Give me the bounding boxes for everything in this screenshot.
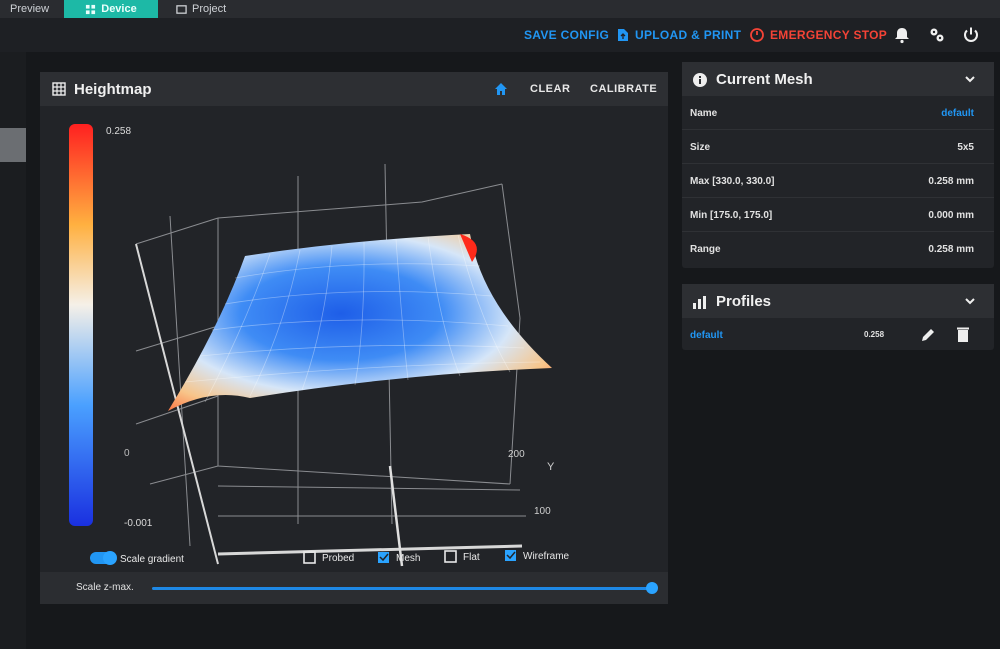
tab-preview-label: Preview <box>10 3 50 15</box>
chevron-down-icon[interactable] <box>964 73 976 85</box>
heightmap-plot[interactable]: 0.258 0 -0.001 200 Y 100 Scale gradient … <box>40 106 668 592</box>
upload-file-icon <box>618 29 628 41</box>
folder-icon <box>176 4 187 14</box>
calibrate-button[interactable]: CALIBRATE <box>590 83 657 95</box>
upload-print-label: UPLOAD & PRINT <box>635 28 742 42</box>
axis-y-label: Y <box>547 461 555 473</box>
tab-project-label: Project <box>192 3 227 15</box>
settings-icon[interactable] <box>928 26 946 44</box>
checkbox-wireframe[interactable]: Wireframe <box>505 550 570 562</box>
profiles-title: Profiles <box>716 293 772 310</box>
emergency-stop-button[interactable]: EMERGENCY STOP <box>750 28 887 42</box>
tab-device[interactable]: Device <box>64 0 158 18</box>
clear-button[interactable]: CLEAR <box>530 83 570 95</box>
scale-gradient-label: Scale gradient <box>120 554 184 565</box>
heightmap-card: Heightmap CLEAR CALIBRATE 0.258 0 -0.001… <box>40 72 668 604</box>
scale-zmax-thumb[interactable] <box>646 582 658 594</box>
checkbox-flat[interactable]: Flat <box>444 550 480 563</box>
profile-name-link[interactable]: default <box>690 330 723 341</box>
top-tab-bar: Preview Device Project <box>0 0 1000 18</box>
checkbox-probed-label: Probed <box>322 553 354 564</box>
mesh-row-max: Max [330.0, 330.0] 0.258 mm <box>682 164 994 198</box>
bell-icon[interactable] <box>893 26 911 44</box>
mesh-row-value: 0.258 mm <box>928 176 974 187</box>
checkbox-wireframe-label: Wireframe <box>523 551 570 562</box>
heightmap-header: Heightmap CLEAR CALIBRATE <box>40 72 668 106</box>
device-icon <box>86 4 96 14</box>
chevron-down-icon[interactable] <box>964 295 976 307</box>
scale-zero-label: 0 <box>124 448 130 459</box>
current-mesh-title: Current Mesh <box>716 71 813 88</box>
save-config-label: SAVE CONFIG <box>524 28 610 42</box>
side-nav <box>0 52 26 649</box>
mesh-row-key: Size <box>690 142 711 153</box>
power-stop-icon <box>750 28 764 42</box>
profile-value: 0.258 <box>864 330 885 339</box>
mesh-name-link[interactable]: default <box>941 108 974 119</box>
mesh-row-key: Name <box>690 108 718 119</box>
save-config-button[interactable]: SAVE CONFIG <box>524 28 609 42</box>
power-icon[interactable] <box>962 26 980 44</box>
mesh-row-key: Range <box>690 244 721 255</box>
axis-tick-100: 100 <box>534 506 551 517</box>
profiles-header[interactable]: Profiles <box>682 284 994 318</box>
mesh-row-value: 0.258 mm <box>928 244 974 255</box>
mesh-row-value: 0.000 mm <box>928 210 974 221</box>
info-icon <box>693 73 707 87</box>
mesh-surface <box>168 234 552 411</box>
scale-max-label: 0.258 <box>106 126 131 137</box>
checkbox-mesh-label: Mesh <box>396 553 420 564</box>
mesh-row-range: Range 0.258 mm <box>682 232 994 266</box>
current-mesh-header[interactable]: Current Mesh <box>682 62 994 96</box>
mesh-row-value: 5x5 <box>957 142 974 153</box>
scale-zmax-track[interactable] <box>152 587 652 590</box>
delete-icon[interactable] <box>956 326 970 343</box>
profile-row[interactable]: default 0.258 <box>682 318 994 352</box>
edit-icon[interactable] <box>920 327 936 343</box>
scale-zmax-label: Scale z-max. <box>76 582 134 593</box>
profiles-card: Profiles default 0.258 <box>682 284 994 350</box>
grid-icon <box>52 82 66 96</box>
current-mesh-card: Current Mesh Name default Size 5x5 Max [… <box>682 62 994 268</box>
upload-print-button[interactable]: UPLOAD & PRINT <box>617 28 741 42</box>
tab-preview[interactable]: Preview <box>0 0 60 18</box>
tab-project[interactable]: Project <box>176 0 266 18</box>
heightmap-title: Heightmap <box>74 81 152 98</box>
bar-chart-icon <box>693 296 706 309</box>
nav-active-item[interactable] <box>0 128 26 162</box>
scale-min-label: -0.001 <box>124 518 153 529</box>
mesh-row-key: Min [175.0, 175.0] <box>690 210 773 221</box>
checkbox-flat-label: Flat <box>463 552 480 563</box>
tab-device-label: Device <box>101 3 137 15</box>
checkbox-mesh[interactable]: Mesh <box>378 552 420 564</box>
scale-zmax-row: Scale z-max. <box>40 572 668 604</box>
axis-tick-200: 200 <box>508 449 525 460</box>
mesh-row-key: Max [330.0, 330.0] <box>690 176 775 187</box>
home-icon[interactable] <box>493 81 509 97</box>
emergency-stop-label: EMERGENCY STOP <box>770 28 888 42</box>
app-bar: SAVE CONFIG UPLOAD & PRINT EMERGENCY STO… <box>0 18 1000 52</box>
mesh-row-name: Name default <box>682 96 994 130</box>
toggle-knob <box>103 551 117 565</box>
checkbox-probed[interactable]: Probed <box>303 551 354 564</box>
mesh-row-min: Min [175.0, 175.0] 0.000 mm <box>682 198 994 232</box>
mesh-row-size: Size 5x5 <box>682 130 994 164</box>
color-scale-bar <box>69 124 93 526</box>
